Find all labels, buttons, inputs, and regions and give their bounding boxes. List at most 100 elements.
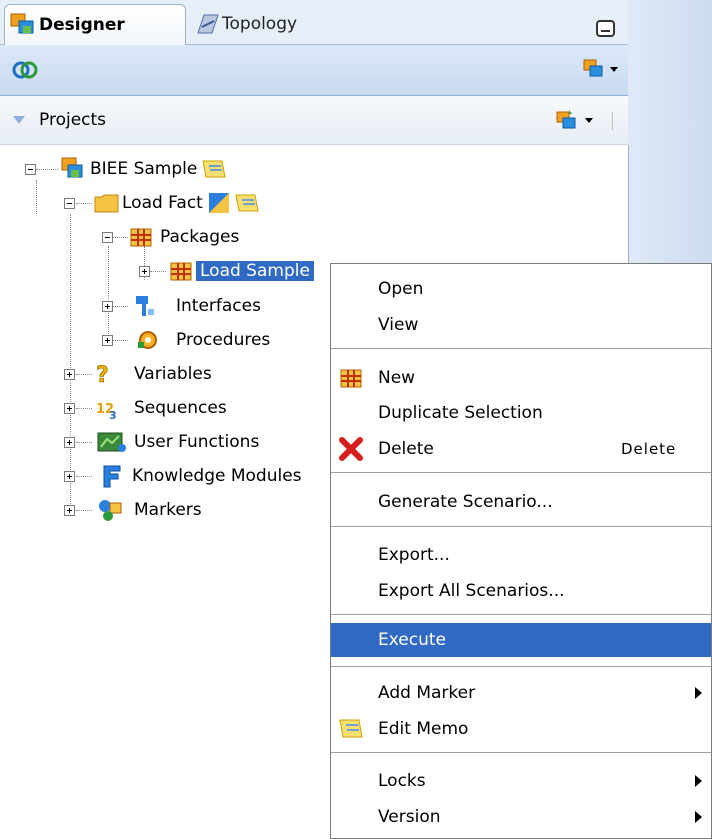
submenu-arrow-icon	[695, 687, 702, 699]
variable-icon: ?	[96, 363, 109, 387]
procedure-gear-icon	[138, 331, 157, 349]
interfaces-expand-toggle[interactable]	[102, 301, 113, 312]
minimize-button[interactable]	[596, 20, 615, 37]
menu-item-label: Locks	[378, 771, 426, 791]
view-menu-icon[interactable]	[582, 57, 620, 83]
tree-item-load-sample[interactable]: Load Sample	[166, 257, 314, 285]
menu-item-label: Duplicate Selection	[378, 403, 543, 423]
packages-collapse-toggle[interactable]	[102, 232, 113, 243]
edit-icon	[208, 193, 229, 213]
tree-item-knowledge-modules[interactable]: Knowledge Modules	[92, 462, 302, 490]
connect-navigator-icon[interactable]	[12, 58, 38, 82]
menu-item-label: Generate Scenario...	[378, 492, 553, 512]
menu-item-version[interactable]: Version	[331, 800, 711, 834]
tree-item-label: Sequences	[134, 398, 227, 418]
project-icon	[61, 157, 83, 178]
menu-item-label: View	[378, 315, 419, 335]
tree-item-label: Markers	[134, 500, 202, 520]
menu-item-open[interactable]: Open	[331, 272, 711, 306]
tree-item-markers[interactable]: Markers	[92, 496, 202, 524]
menu-item-label: Execute	[378, 630, 446, 650]
menu-separator	[331, 752, 711, 753]
menu-item-label: Version	[378, 807, 441, 827]
tree-item-label: BIEE Sample	[90, 159, 198, 179]
tree-item-packages[interactable]: Packages	[128, 223, 239, 251]
menu-item-generate-scenario[interactable]: Generate Scenario...	[331, 485, 711, 519]
designer-icon	[10, 13, 34, 34]
tree-item-label: User Functions	[134, 432, 260, 452]
menu-item-duplicate-selection[interactable]: Duplicate Selection	[331, 396, 711, 430]
tree-item-biee-sample[interactable]: BIEE Sample	[58, 155, 228, 183]
menu-item-delete[interactable]: Delete Delete	[331, 432, 711, 466]
tree-item-label: Packages	[160, 227, 240, 247]
tree-item-user-functions[interactable]: User Functions	[92, 428, 259, 456]
tab-designer[interactable]: Designer	[4, 4, 186, 45]
tree-item-load-fact[interactable]: Load Fact	[92, 189, 261, 217]
submenu-arrow-icon	[695, 811, 702, 823]
menu-separator	[331, 472, 711, 473]
menu-separator	[331, 666, 711, 667]
tab-bar: Designer Topology	[0, 0, 628, 45]
menu-item-label: Edit Memo	[378, 719, 469, 739]
svg-text:3: 3	[109, 409, 117, 421]
menu-separator	[331, 614, 711, 615]
projects-accordion-header[interactable]: Projects	[0, 96, 628, 145]
topology-icon	[197, 14, 219, 33]
user-functions-expand-toggle[interactable]	[64, 437, 75, 448]
menu-item-export-all-scenarios[interactable]: Export All Scenarios...	[331, 574, 711, 608]
tree-item-label: Load Sample	[196, 261, 314, 281]
tab-topology-label: Topology	[222, 13, 298, 34]
collapse-triangle-icon[interactable]	[13, 116, 25, 125]
menu-item-add-marker[interactable]: Add Marker	[331, 676, 711, 710]
tab-designer-label: Designer	[39, 15, 125, 35]
tree-item-label: Variables	[134, 364, 212, 384]
menu-item-new[interactable]: New	[331, 361, 711, 395]
marker-icon	[99, 500, 122, 521]
menu-item-label: Delete	[378, 439, 434, 459]
toolbar-divider	[612, 112, 613, 130]
sequences-expand-toggle[interactable]	[64, 403, 75, 414]
menu-item-label: Export All Scenarios...	[378, 581, 565, 601]
submenu-arrow-icon	[695, 775, 702, 787]
root-collapse-toggle[interactable]	[25, 164, 36, 175]
tree-item-label: Knowledge Modules	[132, 466, 302, 486]
menu-item-export[interactable]: Export...	[331, 538, 711, 572]
tree-item-label: Interfaces	[176, 296, 261, 316]
tree-item-interfaces[interactable]: Interfaces	[128, 292, 261, 320]
procedures-expand-toggle[interactable]	[102, 335, 113, 346]
sequence-icon: 12 3	[96, 402, 117, 421]
package-icon	[130, 228, 152, 247]
projects-label: Projects	[39, 110, 107, 130]
tree-item-label: Load Fact	[122, 193, 203, 213]
designer-toolbar	[0, 45, 628, 96]
tree-item-sequences[interactable]: 12 3 Sequences	[92, 394, 227, 422]
context-menu: Open View New Duplicate Selection Delete…	[330, 263, 712, 839]
delete-x-icon	[339, 437, 363, 461]
menu-item-label: Open	[378, 279, 424, 299]
knowledge-modules-expand-toggle[interactable]	[64, 471, 75, 482]
variables-expand-toggle[interactable]	[64, 369, 75, 380]
markers-expand-toggle[interactable]	[64, 505, 75, 516]
menu-item-edit-memo[interactable]: Edit Memo	[331, 712, 711, 746]
svg-text:?: ?	[96, 363, 109, 387]
new-package-icon	[340, 369, 362, 388]
tree-item-procedures[interactable]: Procedures	[128, 326, 270, 354]
knowledge-module-icon	[103, 465, 121, 488]
tree-item-variables[interactable]: ? Variables	[92, 360, 212, 388]
new-project-menu-icon[interactable]	[553, 108, 597, 134]
folder-collapse-toggle[interactable]	[64, 198, 75, 209]
menu-item-label: Add Marker	[378, 683, 476, 703]
menu-item-execute[interactable]: Execute	[331, 623, 711, 657]
menu-separator	[331, 348, 711, 349]
menu-item-locks[interactable]: Locks	[331, 764, 711, 798]
memo-icon	[339, 719, 363, 738]
tree-item-label: Procedures	[176, 330, 271, 350]
interface-icon	[136, 296, 154, 316]
memo-icon	[235, 194, 259, 212]
menu-item-view[interactable]: View	[331, 308, 711, 342]
package-icon	[170, 262, 192, 281]
load-sample-expand-toggle[interactable]	[139, 266, 150, 277]
tab-topology[interactable]: Topology	[188, 4, 328, 43]
folder-icon	[94, 194, 119, 213]
menu-item-label: Export...	[378, 545, 450, 565]
